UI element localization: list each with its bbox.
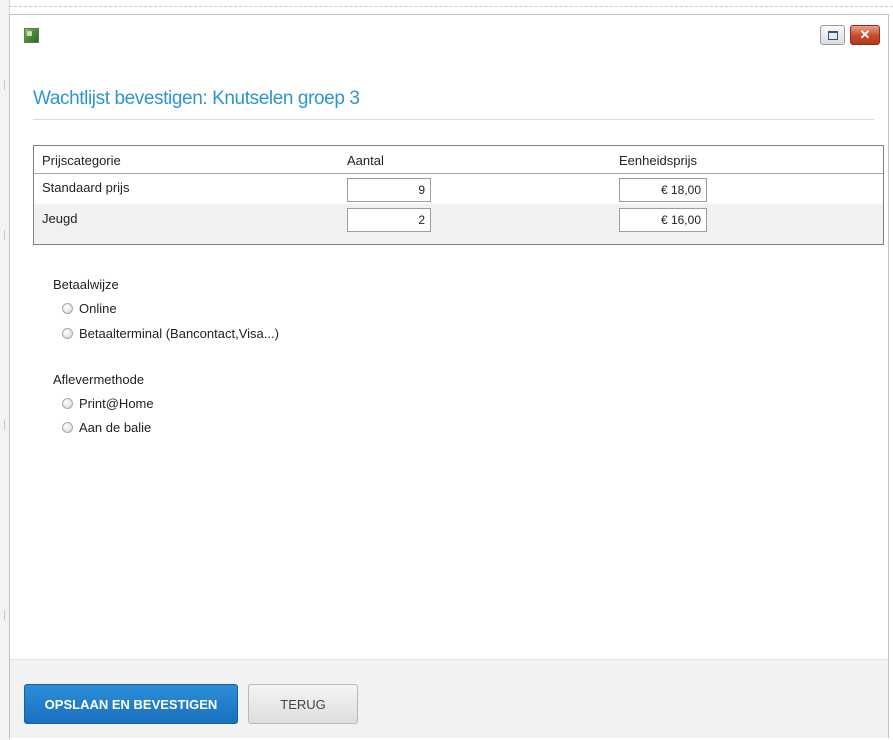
title-divider bbox=[33, 119, 874, 120]
column-header-unit-price: Eenheidsprijs bbox=[619, 153, 698, 168]
payment-option-terminal[interactable]: Betaalterminal (Bancontact,Visa...) bbox=[62, 326, 279, 341]
column-header-quantity: Aantal bbox=[347, 153, 384, 168]
background-divider bbox=[9, 6, 893, 7]
app-logo-icon bbox=[24, 28, 39, 43]
dialog-window: ✕ Wachtlijst bevestigen: Knutselen groep… bbox=[9, 14, 889, 738]
table-header-row: Prijscategorie Aantal Eenheidsprijs bbox=[34, 146, 883, 174]
row-category: Standaard prijs bbox=[42, 180, 130, 195]
payment-option-online[interactable]: Online bbox=[62, 301, 117, 316]
dialog-footer: OPSLAAN EN BEVESTIGEN TERUG bbox=[10, 659, 888, 738]
radio-button[interactable] bbox=[62, 398, 73, 409]
dialog-title: Wachtlijst bevestigen: Knutselen groep 3 bbox=[33, 88, 360, 109]
radio-button[interactable] bbox=[62, 328, 73, 339]
unit-price-input[interactable] bbox=[619, 208, 707, 232]
radio-button[interactable] bbox=[62, 422, 73, 433]
payment-method-label: Betaalwijze bbox=[53, 277, 119, 292]
quantity-input[interactable] bbox=[347, 178, 431, 202]
delivery-method-label: Aflevermethode bbox=[53, 372, 145, 387]
quantity-input[interactable] bbox=[347, 208, 431, 232]
delivery-option-counter[interactable]: Aan de balie bbox=[62, 420, 151, 435]
delivery-option-print-at-home[interactable]: Print@Home bbox=[62, 396, 154, 411]
column-header-category: Prijscategorie bbox=[42, 153, 121, 168]
save-and-confirm-button[interactable]: OPSLAAN EN BEVESTIGEN bbox=[24, 684, 238, 724]
row-category: Jeugd bbox=[42, 211, 78, 226]
back-button[interactable]: TERUG bbox=[248, 684, 358, 724]
radio-label: Aan de balie bbox=[79, 420, 152, 435]
close-button[interactable]: ✕ bbox=[850, 25, 880, 45]
radio-button[interactable] bbox=[62, 303, 73, 314]
radio-label: Betaalterminal (Bancontact,Visa...) bbox=[79, 326, 279, 341]
radio-label: Online bbox=[79, 301, 117, 316]
maximize-button[interactable] bbox=[820, 25, 845, 45]
radio-label: Print@Home bbox=[79, 396, 154, 411]
close-icon: ✕ bbox=[859, 27, 871, 42]
table-row: Jeugd bbox=[34, 204, 883, 244]
price-table: Prijscategorie Aantal Eenheidsprijs Stan… bbox=[33, 145, 884, 245]
table-row: Standaard prijs bbox=[34, 173, 883, 203]
maximize-icon bbox=[827, 30, 838, 40]
titlebar: ✕ bbox=[10, 15, 888, 51]
unit-price-input[interactable] bbox=[619, 178, 707, 202]
